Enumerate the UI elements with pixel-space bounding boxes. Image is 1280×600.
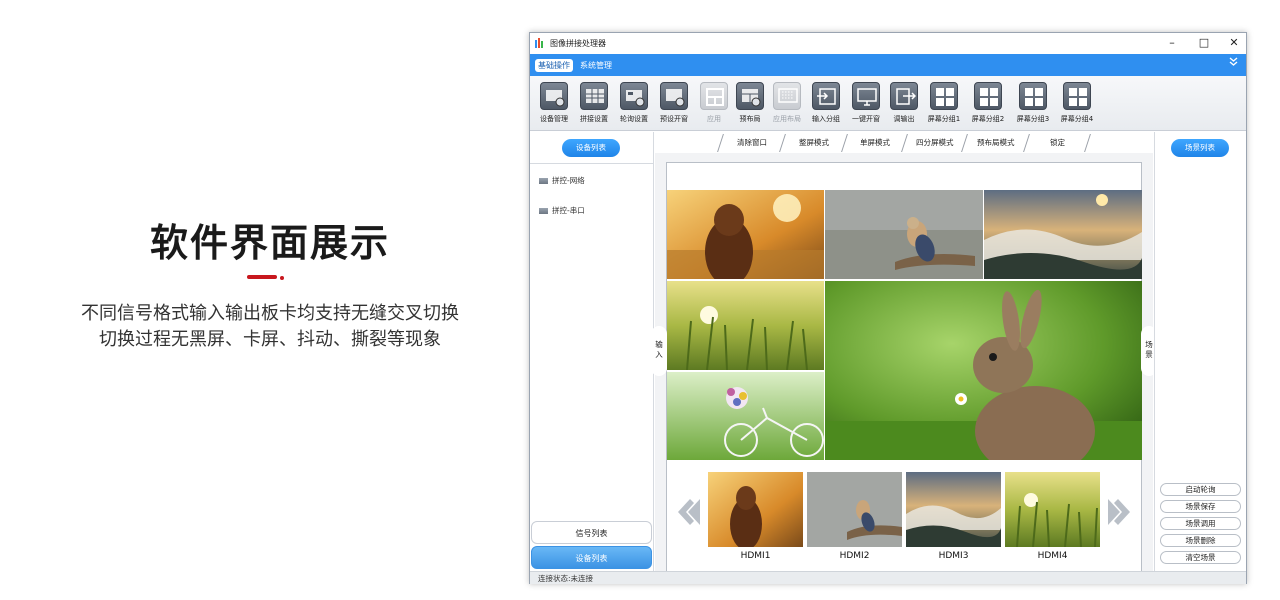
poll-settings-icon xyxy=(620,82,648,110)
window-tile-bicycle[interactable] xyxy=(667,372,824,460)
window-tile-bird[interactable] xyxy=(825,190,983,279)
chevron-left-icon[interactable] xyxy=(676,497,702,527)
tab-prelayout-mode[interactable]: 预布局模式 xyxy=(961,134,1029,152)
device-item-network[interactable]: 拼控-网络 xyxy=(539,175,585,186)
minimize-button[interactable]: – xyxy=(1158,35,1186,51)
tab-label: 清除窗口 xyxy=(736,138,767,147)
device-item-label: 拼控-串口 xyxy=(552,206,585,215)
status-bar: 连接状态:未连接 xyxy=(530,571,1246,584)
toolbar: 设备管理 拼接设置 轮询设置 预设开窗 应用 预布局 应用布局 输入分组 一键开… xyxy=(530,76,1246,131)
tab-label: 预布局模式 xyxy=(976,138,1015,147)
device-list-header-button[interactable]: 设备列表 xyxy=(562,139,620,157)
thumbnail-label-hdmi2: HDMI2 xyxy=(839,551,870,561)
connection-status: 连接状态:未连接 xyxy=(538,574,594,583)
window-tile-rabbit[interactable] xyxy=(825,281,1142,460)
window-tile-mountain-fog[interactable] xyxy=(984,190,1142,279)
tab-lock[interactable]: 锁定 xyxy=(1023,134,1091,152)
toolbar-label: 屏幕分组4 xyxy=(1060,115,1094,123)
apply-icon xyxy=(700,82,728,110)
promo-description-line-1: 不同信号格式输入输出板卡均支持无缝交叉切换 xyxy=(81,303,459,324)
thumbnail-label-hdmi4: HDMI4 xyxy=(1037,551,1068,561)
menu-basic-operations[interactable]: 基础操作 xyxy=(535,59,573,72)
clear-scenes-button[interactable]: 清空场景 xyxy=(1160,551,1241,564)
tab-signal-list[interactable]: 信号列表 xyxy=(531,521,652,544)
screen-group-icon xyxy=(974,82,1002,110)
tab-single-screen-mode[interactable]: 单屏模式 xyxy=(841,134,907,152)
screen-group-icon xyxy=(930,82,958,110)
promo-section: 软件界面展示 不同信号格式输入输出板卡均支持无缝交叉切换 切换过程无黑屏、卡屏、… xyxy=(40,0,500,600)
divider xyxy=(530,163,653,164)
preset-window-icon xyxy=(660,82,688,110)
save-scene-button[interactable]: 场景保存 xyxy=(1160,500,1241,513)
window-title: 图像拼接处理器 xyxy=(550,39,606,48)
thumbnail-hdmi3[interactable] xyxy=(906,472,1001,547)
promo-description-line-2: 切换过程无黑屏、卡屏、抖动、撕裂等现象 xyxy=(99,329,441,350)
maximize-button[interactable]: □ xyxy=(1190,35,1218,51)
promo-divider-dot xyxy=(280,276,284,280)
output-adjust-icon xyxy=(890,82,918,110)
tab-device-list[interactable]: 设备列表 xyxy=(531,546,652,569)
app-window: 图像拼接处理器 – □ ✕ 基础操作 系统管理 设备管理 拼接设置 轮询设置 预… xyxy=(529,32,1247,584)
promo-divider xyxy=(247,275,277,279)
device-icon xyxy=(539,208,548,214)
device-icon xyxy=(539,178,548,184)
toolbar-screen-group-4[interactable]: 屏幕分组4 xyxy=(1057,82,1097,128)
window-tile-girl-sunset[interactable] xyxy=(667,190,824,279)
input-side-handle[interactable]: 输入 xyxy=(651,326,667,376)
thumbnail-label-hdmi3: HDMI3 xyxy=(938,551,969,561)
apply-layout-icon xyxy=(773,82,801,110)
start-polling-button[interactable]: 启动轮询 xyxy=(1160,483,1241,496)
menu-bar: 基础操作 系统管理 xyxy=(530,54,1246,76)
device-item-serial[interactable]: 拼控-串口 xyxy=(539,205,585,216)
thumbnail-hdmi2[interactable] xyxy=(807,472,902,547)
tab-full-screen-mode[interactable]: 整屏模式 xyxy=(779,134,847,152)
prelayout-icon xyxy=(736,82,764,110)
device-item-label: 拼控-网络 xyxy=(552,176,585,185)
toolbar-screen-group-2[interactable]: 屏幕分组2 xyxy=(968,82,1008,128)
double-chevron-down-icon[interactable] xyxy=(1229,57,1238,70)
right-panel: 场景列表 启动轮询 场景保存 场景调用 场景删除 清空场景 xyxy=(1154,132,1246,571)
load-scene-button[interactable]: 场景调用 xyxy=(1160,517,1241,530)
screen-group-icon xyxy=(1063,82,1091,110)
mode-tabs: 清除窗口 整屏模式 单屏模式 四分屏模式 预布局模式 锁定 xyxy=(717,134,1091,152)
tab-label: 锁定 xyxy=(1049,138,1065,147)
tab-clear-window[interactable]: 清除窗口 xyxy=(717,134,785,152)
tab-label: 单屏模式 xyxy=(859,138,890,147)
title-bar: 图像拼接处理器 – □ ✕ xyxy=(530,33,1246,54)
input-group-icon xyxy=(812,82,840,110)
toolbar-screen-group-1[interactable]: 屏幕分组1 xyxy=(924,82,964,128)
scene-list-header-button[interactable]: 场景列表 xyxy=(1171,139,1229,157)
tab-label: 四分屏模式 xyxy=(915,138,954,147)
thumbnail-label-hdmi1: HDMI1 xyxy=(740,551,771,561)
thumbnail-hdmi4[interactable] xyxy=(1005,472,1100,547)
input-thumbnail-strip: HDMI1 HDMI2 HDMI3 HDMI4 xyxy=(667,463,1141,571)
delete-scene-button[interactable]: 场景删除 xyxy=(1160,534,1241,547)
chevron-right-icon[interactable] xyxy=(1106,497,1132,527)
promo-title: 软件界面展示 xyxy=(149,221,390,265)
window-tile-wheat-field[interactable] xyxy=(667,281,824,370)
splice-settings-icon xyxy=(580,82,608,110)
toolbar-screen-group-3[interactable]: 屏幕分组3 xyxy=(1013,82,1053,128)
one-key-window-icon xyxy=(852,82,880,110)
tab-label: 整屏模式 xyxy=(798,138,829,147)
device-manage-icon xyxy=(540,82,568,110)
menu-system-management[interactable]: 系统管理 xyxy=(577,59,615,72)
screen-group-icon xyxy=(1019,82,1047,110)
close-button[interactable]: ✕ xyxy=(1220,35,1248,51)
app-logo-icon xyxy=(535,38,543,48)
left-panel: 设备列表 拼控-网络 拼控-串口 信号列表 设备列表 xyxy=(530,132,654,571)
tab-quad-screen-mode[interactable]: 四分屏模式 xyxy=(901,134,967,152)
thumbnail-hdmi1[interactable] xyxy=(708,472,803,547)
